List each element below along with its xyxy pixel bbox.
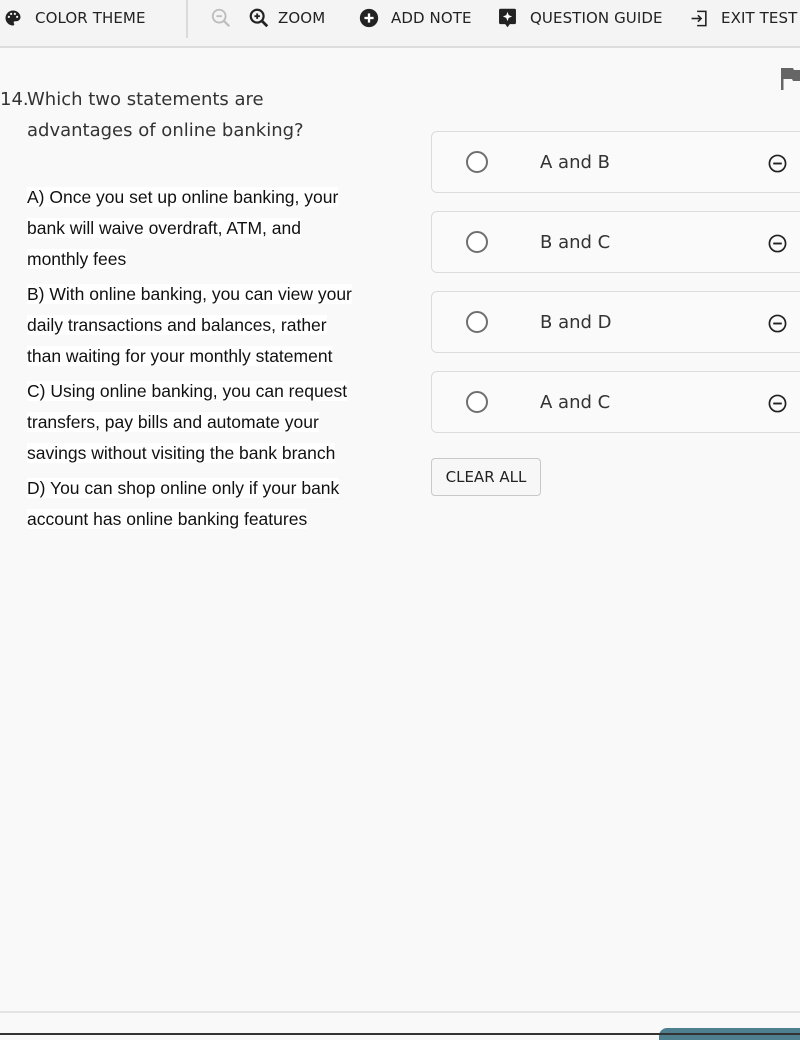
question-text-line2: advantages of online banking?: [27, 120, 304, 141]
answer-option[interactable]: A and C: [431, 371, 800, 433]
option-label: B and D: [540, 311, 612, 333]
zoom-in-button[interactable]: ZOOM: [248, 0, 325, 36]
statement-list: A) Once you set up online banking, your …: [27, 182, 357, 539]
radio-button[interactable]: [466, 311, 488, 333]
question-guide-icon: [498, 8, 517, 28]
zoom-in-icon: [248, 7, 270, 29]
statement-d: D) You can shop online only if your bank…: [27, 478, 340, 529]
eliminate-option-icon[interactable]: [768, 394, 787, 417]
color-theme-button[interactable]: COLOR THEME: [4, 0, 146, 36]
add-circle-icon: [359, 8, 379, 28]
eliminate-option-icon[interactable]: [768, 234, 787, 257]
question-text-line1: Which two statements are: [27, 89, 264, 110]
add-note-label: ADD NOTE: [391, 9, 472, 27]
toolbar-divider: [186, 0, 188, 38]
zoom-out-button[interactable]: [210, 0, 232, 36]
flag-question-button[interactable]: [780, 68, 800, 94]
zoom-out-icon: [210, 7, 232, 29]
option-label: A and B: [540, 151, 610, 173]
answer-option[interactable]: B and D: [431, 291, 800, 353]
palette-icon: [4, 9, 22, 27]
exit-icon: [690, 9, 709, 28]
radio-button[interactable]: [466, 151, 488, 173]
footer-divider: [0, 1011, 800, 1013]
exit-test-label: EXIT TEST: [721, 9, 798, 27]
add-note-button[interactable]: ADD NOTE: [359, 0, 472, 36]
question-guide-label: QUESTION GUIDE: [530, 9, 663, 27]
answer-option[interactable]: B and C: [431, 211, 800, 273]
option-label: A and C: [540, 391, 611, 413]
question-prompt: 14.Which two statements are advantages o…: [0, 84, 330, 146]
zoom-label: ZOOM: [278, 9, 326, 27]
statement-a: A) Once you set up online banking, your …: [27, 187, 339, 269]
statement-c: C) Using online banking, you can request…: [27, 381, 348, 463]
flag-icon: [781, 68, 800, 90]
eliminate-option-icon[interactable]: [768, 314, 787, 337]
clear-all-button[interactable]: CLEAR ALL: [431, 458, 541, 496]
color-theme-label: COLOR THEME: [35, 9, 146, 27]
toolbar: COLOR THEME ZOOM ADD NOTE QUESTION GUIDE…: [0, 0, 800, 48]
question-number: 14.: [0, 89, 29, 110]
exit-test-button[interactable]: EXIT TEST: [690, 0, 797, 36]
answer-option[interactable]: A and B: [431, 131, 800, 193]
radio-button[interactable]: [466, 231, 488, 253]
statement-b: B) With online banking, you can view you…: [27, 284, 352, 366]
eliminate-option-icon[interactable]: [768, 154, 787, 177]
option-label: B and C: [540, 231, 611, 253]
question-guide-button[interactable]: QUESTION GUIDE: [498, 0, 663, 36]
radio-button[interactable]: [466, 391, 488, 413]
